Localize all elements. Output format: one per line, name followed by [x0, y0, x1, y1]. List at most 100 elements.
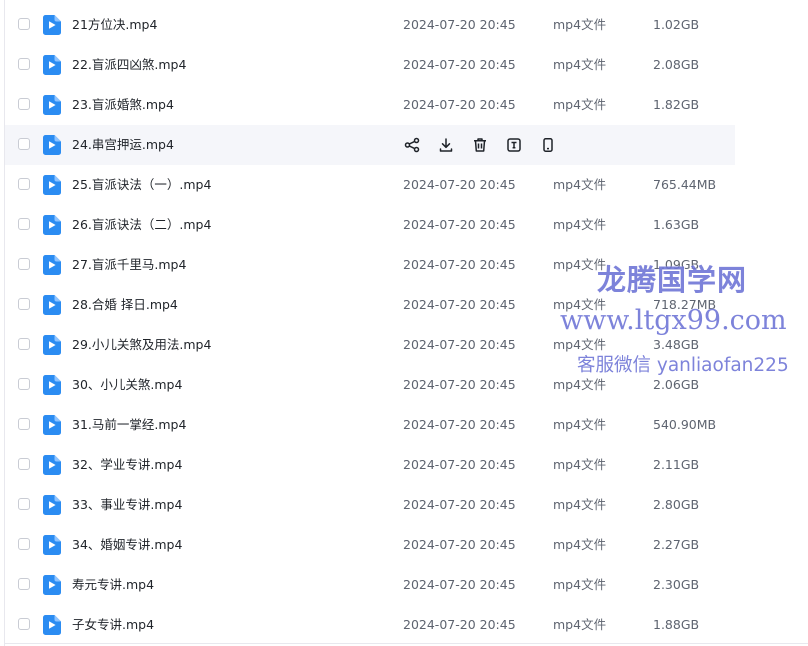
video-file-icon [43, 55, 61, 75]
file-date: 2024-07-20 20:45 [403, 57, 516, 72]
file-name[interactable]: 21方位决.mp4 [72, 5, 157, 45]
file-name[interactable]: 30、小儿关煞.mp4 [72, 365, 182, 405]
video-file-icon [43, 295, 61, 315]
file-type: mp4文件 [553, 417, 607, 432]
video-file-icon [43, 215, 61, 235]
file-row[interactable]: 31.马前一掌经.mp4 2024-07-20 20:45 mp4文件 540.90M… [5, 405, 735, 445]
file-date: 2024-07-20 20:45 [403, 17, 516, 32]
file-name[interactable]: 33、事业专讲.mp4 [72, 485, 182, 525]
video-file-icon [43, 415, 61, 435]
file-size: 765.44MB [653, 177, 717, 192]
file-row[interactable]: 25.盲派诀法（一）.mp4 2024-07-20 20:45 mp4文件 765.4… [5, 165, 735, 205]
file-date: 2024-07-20 20:45 [403, 337, 516, 352]
file-row[interactable]: 32、学业专讲.mp4 2024-07-20 20:45 mp4文件 2.11GB [5, 445, 735, 485]
file-type: mp4文件 [553, 97, 607, 112]
video-file-icon [43, 255, 61, 275]
mobile-icon[interactable] [539, 136, 557, 154]
file-date: 2024-07-20 20:45 [403, 417, 516, 432]
file-row[interactable]: 寿元专讲.mp4 2024-07-20 20:45 mp4文件 2.30GB [5, 565, 735, 605]
file-size: 718.27MB [653, 297, 717, 312]
row-checkbox[interactable] [18, 498, 30, 510]
row-checkbox[interactable] [18, 378, 30, 390]
video-file-icon [43, 335, 61, 355]
row-checkbox[interactable] [18, 298, 30, 310]
row-checkbox[interactable] [18, 338, 30, 350]
file-row[interactable]: 子女专讲.mp4 2024-07-20 20:45 mp4文件 1.88GB [5, 605, 735, 645]
file-row[interactable]: 22.盲派四凶煞.mp4 2024-07-20 20:45 mp4文件 2.08GB [5, 45, 735, 85]
row-checkbox[interactable] [18, 58, 30, 70]
file-size: 3.48GB [653, 337, 700, 352]
file-name[interactable]: 28.合婚 择日.mp4 [72, 285, 178, 325]
video-file-icon [43, 535, 61, 555]
file-row[interactable]: 34、婚姻专讲.mp4 2024-07-20 20:45 mp4文件 2.27GB [5, 525, 735, 565]
file-name[interactable]: 22.盲派四凶煞.mp4 [72, 45, 186, 85]
file-row[interactable]: 27.盲派千里马.mp4 2024-07-20 20:45 mp4文件 1.09GB [5, 245, 735, 285]
file-name[interactable]: 26.盲派诀法（二）.mp4 [72, 205, 211, 245]
row-checkbox[interactable] [18, 18, 30, 30]
file-size: 2.06GB [653, 377, 700, 392]
file-size: 1.82GB [653, 97, 700, 112]
file-name[interactable]: 31.马前一掌经.mp4 [72, 405, 186, 445]
file-type: mp4文件 [553, 577, 607, 592]
row-checkbox[interactable] [18, 458, 30, 470]
file-size: 1.63GB [653, 217, 700, 232]
file-row[interactable]: 23.盲派婚煞.mp4 2024-07-20 20:45 mp4文件 1.82GB [5, 85, 735, 125]
file-name[interactable]: 32、学业专讲.mp4 [72, 445, 182, 485]
file-row[interactable]: 28.合婚 择日.mp4 2024-07-20 20:45 mp4文件 718.27M… [5, 285, 735, 325]
file-date: 2024-07-20 20:45 [403, 97, 516, 112]
row-checkbox[interactable] [18, 218, 30, 230]
file-date: 2024-07-20 20:45 [403, 537, 516, 552]
row-checkbox[interactable] [18, 178, 30, 190]
row-checkbox[interactable] [18, 258, 30, 270]
file-size: 2.30GB [653, 577, 700, 592]
video-file-icon [43, 135, 61, 155]
file-name[interactable]: 34、婚姻专讲.mp4 [72, 525, 182, 565]
file-name[interactable]: 子女专讲.mp4 [72, 605, 154, 645]
trash-icon[interactable] [471, 136, 489, 154]
video-file-icon [43, 495, 61, 515]
row-checkbox[interactable] [18, 138, 30, 150]
row-checkbox[interactable] [18, 578, 30, 590]
video-file-icon [43, 455, 61, 475]
file-size: 2.08GB [653, 57, 700, 72]
file-size: 2.11GB [653, 457, 700, 472]
file-name[interactable]: 27.盲派千里马.mp4 [72, 245, 186, 285]
file-type: mp4文件 [553, 297, 607, 312]
file-type: mp4文件 [553, 497, 607, 512]
file-row[interactable]: 29.小儿关煞及用法.mp4 2024-07-20 20:45 mp4文件 3.48G… [5, 325, 735, 365]
file-row[interactable]: 21方位决.mp4 2024-07-20 20:45 mp4文件 1.02GB [5, 5, 735, 45]
file-list: 21方位决.mp4 2024-07-20 20:45 mp4文件 1.02GB 22.盲… [5, 5, 735, 645]
row-checkbox[interactable] [18, 98, 30, 110]
file-name[interactable]: 29.小儿关煞及用法.mp4 [72, 325, 211, 365]
file-name[interactable]: 23.盲派婚煞.mp4 [72, 85, 174, 125]
file-row[interactable]: 26.盲派诀法（二）.mp4 2024-07-20 20:45 mp4文件 1.63G… [5, 205, 735, 245]
file-date: 2024-07-20 20:45 [403, 217, 516, 232]
file-size: 1.09GB [653, 257, 700, 272]
file-type: mp4文件 [553, 57, 607, 72]
row-actions [403, 136, 557, 154]
file-size: 1.88GB [653, 617, 700, 632]
file-size: 2.80GB [653, 497, 700, 512]
file-row[interactable]: 24.串宫押运.mp4 [5, 125, 735, 165]
row-checkbox[interactable] [18, 418, 30, 430]
rename-icon[interactable] [505, 136, 523, 154]
file-browser-frame: 21方位决.mp4 2024-07-20 20:45 mp4文件 1.02GB 22.盲… [0, 0, 808, 646]
file-date: 2024-07-20 20:45 [403, 377, 516, 392]
row-checkbox[interactable] [18, 618, 30, 630]
file-size: 2.27GB [653, 537, 700, 552]
file-type: mp4文件 [553, 537, 607, 552]
row-checkbox[interactable] [18, 538, 30, 550]
file-row[interactable]: 30、小儿关煞.mp4 2024-07-20 20:45 mp4文件 2.06GB [5, 365, 735, 405]
file-name[interactable]: 寿元专讲.mp4 [72, 565, 154, 605]
file-type: mp4文件 [553, 377, 607, 392]
video-file-icon [43, 375, 61, 395]
file-date: 2024-07-20 20:45 [403, 497, 516, 512]
file-name[interactable]: 25.盲派诀法（一）.mp4 [72, 165, 211, 205]
video-file-icon [43, 615, 61, 635]
file-row[interactable]: 33、事业专讲.mp4 2024-07-20 20:45 mp4文件 2.80GB [5, 485, 735, 525]
share-icon[interactable] [403, 136, 421, 154]
download-icon[interactable] [437, 136, 455, 154]
file-type: mp4文件 [553, 617, 607, 632]
file-name[interactable]: 24.串宫押运.mp4 [72, 125, 174, 165]
video-file-icon [43, 175, 61, 195]
